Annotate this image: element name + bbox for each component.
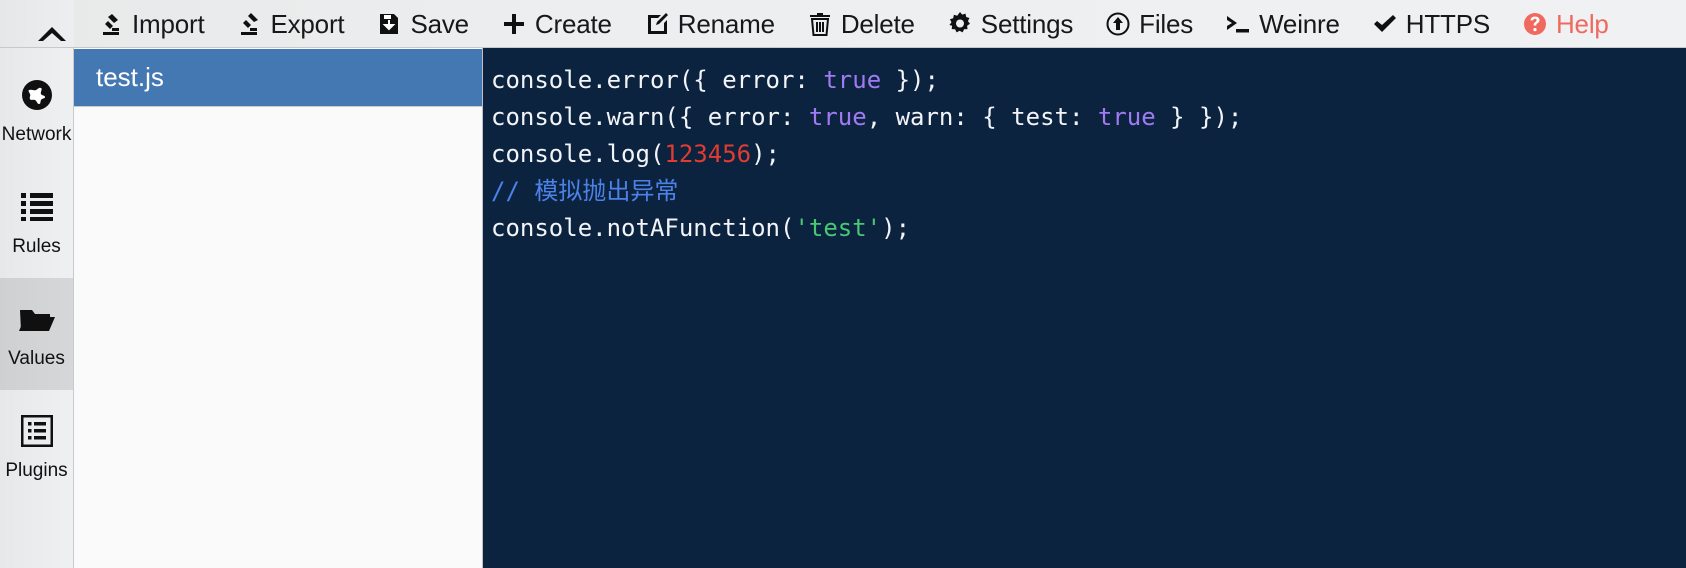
gear-icon <box>947 11 973 37</box>
toolbar-label-help: Help <box>1555 8 1609 39</box>
edit-square-icon <box>644 11 670 37</box>
check-icon <box>1372 11 1398 37</box>
file-list-panel[interactable]: test.js <box>74 48 483 568</box>
import-icon <box>98 11 124 37</box>
code-token-plain: ); <box>751 140 780 168</box>
code-token-plain: console.notAFunction( <box>491 214 795 242</box>
toolbar-label-export: Export <box>270 8 345 39</box>
toolbar-label-save: Save <box>410 8 469 39</box>
main-toolbar: Import Export Save Create Rename Delete … <box>0 0 1686 48</box>
sidebar-label-values: Values <box>8 347 65 369</box>
toolbar-button-https[interactable]: HTTPS <box>1356 0 1506 47</box>
toolbar-label-rename: Rename <box>677 8 775 39</box>
code-token-str: 'test' <box>794 214 882 242</box>
collapse-toolbar-button[interactable] <box>0 0 74 47</box>
globe-icon <box>19 77 55 113</box>
toolbar-label-import: Import <box>132 8 205 39</box>
code-line: console.log(123456); <box>491 136 1686 173</box>
sidebar-item-values[interactable]: Values <box>0 278 73 390</box>
code-token-plain: console.warn({ error: <box>491 103 809 131</box>
toolbar-label-delete: Delete <box>840 8 915 39</box>
code-line: // 模拟抛出异常 <box>491 173 1686 210</box>
toolbar-label-https: HTTPS <box>1405 8 1490 39</box>
toolbar-button-export[interactable]: Export <box>220 0 360 47</box>
list-box-icon <box>19 413 55 449</box>
upload-circle-icon <box>1105 11 1131 37</box>
toolbar-button-save[interactable]: Save <box>360 0 484 47</box>
export-icon <box>236 11 262 37</box>
toolbar-button-import[interactable]: Import <box>82 0 220 47</box>
sidebar-label-network: Network <box>1 123 72 145</box>
question-circle-icon <box>1522 11 1548 37</box>
code-token-plain: console.log( <box>491 140 665 168</box>
code-editor[interactable]: console.error({ error: true }); console.w… <box>483 48 1686 568</box>
code-line: console.error({ error: true }); <box>491 62 1686 99</box>
devtools-window: Import Export Save Create Rename Delete … <box>0 0 1686 568</box>
toolbar-button-rename[interactable]: Rename <box>628 0 791 47</box>
toolbar-label-weinre: Weinre <box>1259 8 1340 39</box>
toolbar-button-help[interactable]: Help <box>1506 0 1625 47</box>
code-token-comment: // 模拟抛出异常 <box>491 177 679 205</box>
sidebar-label-rules: Rules <box>12 235 61 257</box>
plus-icon <box>501 11 527 37</box>
toolbar-button-create[interactable]: Create <box>485 0 628 47</box>
toolbar-label-create: Create <box>534 8 612 39</box>
sidebar-item-plugins[interactable]: Plugins <box>0 390 73 502</box>
save-disk-icon <box>376 11 402 37</box>
main-body: Network Rules Values Plugins test.js con… <box>0 48 1686 568</box>
code-token-plain: , warn: { test: <box>866 103 1098 131</box>
code-line: console.notAFunction('test'); <box>491 210 1686 247</box>
toolbar-label-settings: Settings <box>980 8 1074 39</box>
left-sidebar: Network Rules Values Plugins <box>0 48 74 568</box>
list-icon <box>19 189 55 225</box>
code-token-plain: console.error({ error: <box>491 66 824 94</box>
terminal-prompt-icon <box>1225 11 1251 37</box>
folder-open-icon <box>18 301 55 337</box>
code-line: console.warn({ error: true, warn: { test… <box>491 99 1686 136</box>
sidebar-item-network[interactable]: Network <box>0 54 73 166</box>
code-token-bool: true <box>1097 103 1156 131</box>
toolbar-label-files: Files <box>1139 8 1194 39</box>
code-token-bool: true <box>808 103 867 131</box>
code-token-num: 123456 <box>664 140 752 168</box>
code-token-plain: } }); <box>1155 103 1243 131</box>
code-token-plain: ); <box>881 214 911 242</box>
code-content[interactable]: console.error({ error: true }); console.w… <box>491 62 1686 247</box>
code-token-bool: true <box>823 66 882 94</box>
file-name-label: test.js <box>96 62 164 92</box>
trash-icon <box>807 11 833 37</box>
toolbar-button-settings[interactable]: Settings <box>931 0 1089 47</box>
toolbar-button-weinre[interactable]: Weinre <box>1209 0 1356 47</box>
code-token-plain: }); <box>881 66 939 94</box>
toolbar-button-delete[interactable]: Delete <box>791 0 931 47</box>
toolbar-items: Import Export Save Create Rename Delete … <box>74 0 1686 47</box>
sidebar-label-plugins: Plugins <box>5 459 68 481</box>
toolbar-button-files[interactable]: Files <box>1089 0 1209 47</box>
sidebar-item-rules[interactable]: Rules <box>0 166 73 278</box>
list-item[interactable]: test.js <box>74 49 482 107</box>
